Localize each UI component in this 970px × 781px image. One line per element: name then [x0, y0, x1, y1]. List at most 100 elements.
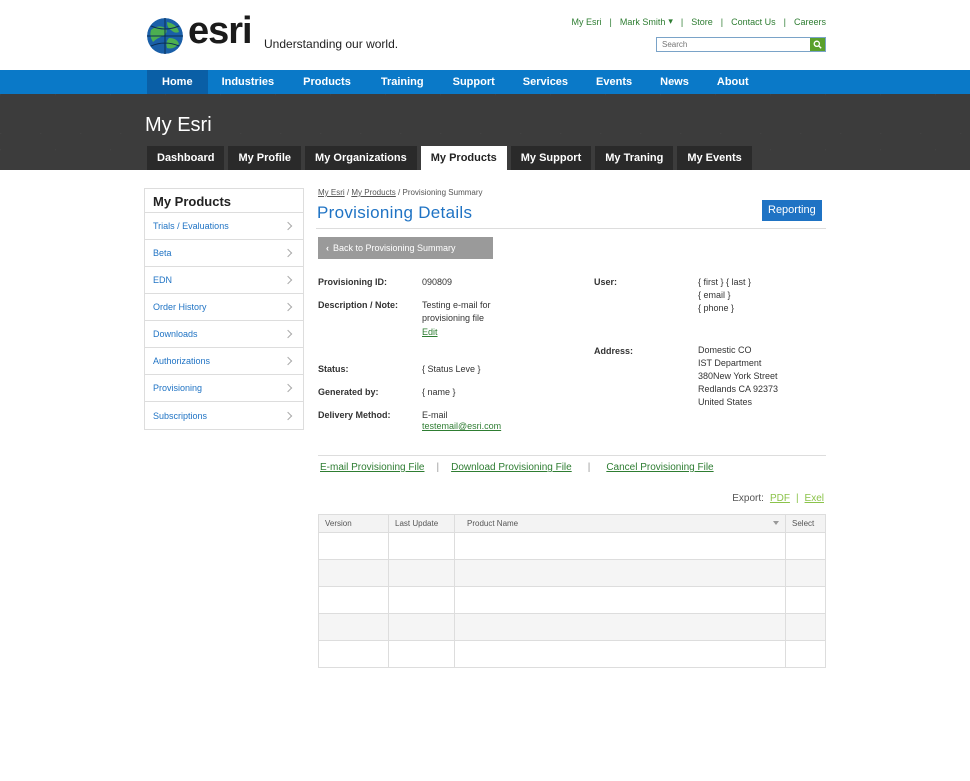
cancel-provisioning-file-link[interactable]: Cancel Provisioning File: [606, 462, 713, 473]
export-options: Export: PDF | Exel: [732, 493, 824, 504]
breadcrumb-my-esri[interactable]: My Esri: [318, 188, 345, 197]
user-name: { first } { last }: [698, 277, 752, 287]
description-line-2: provisioning file: [422, 313, 485, 323]
tab-my-organizations[interactable]: My Organizations: [305, 146, 417, 170]
divider: [316, 228, 826, 229]
nav-support[interactable]: Support: [439, 70, 509, 94]
chevron-right-icon: [283, 329, 293, 339]
sidebar-item-label: EDN: [153, 275, 173, 285]
nav-industries[interactable]: Industries: [208, 70, 289, 94]
chevron-right-icon: [283, 221, 293, 231]
breadcrumb: My Esri / My Products / Provisioning Sum…: [318, 188, 483, 197]
table-row[interactable]: [318, 559, 826, 587]
column-header-version[interactable]: Version: [318, 514, 389, 533]
nav-about[interactable]: About: [703, 70, 763, 94]
sidebar-item-subscriptions[interactable]: Subscriptions: [145, 402, 303, 429]
address-line-2: IST Department: [698, 358, 762, 368]
user-phone: { phone }: [698, 303, 735, 313]
separator: |: [720, 16, 724, 27]
user-email: { email }: [698, 290, 731, 300]
export-excel-link[interactable]: Exel: [805, 493, 824, 504]
nav-services[interactable]: Services: [509, 70, 582, 94]
tab-dashboard[interactable]: Dashboard: [147, 146, 225, 170]
column-header-product-name[interactable]: Product Name: [454, 514, 786, 533]
nav-training[interactable]: Training: [366, 70, 439, 94]
search-box: [656, 37, 826, 52]
chevron-right-icon: [283, 383, 293, 393]
table-row[interactable]: [318, 613, 826, 641]
banner-title: My Esri: [145, 114, 212, 136]
top-link-user[interactable]: Mark Smith: [620, 17, 666, 27]
tab-my-products[interactable]: My Products: [420, 146, 507, 170]
address-line-5: United States: [698, 397, 753, 407]
back-to-summary-button[interactable]: ‹ Back to Provisioning Summary: [318, 237, 493, 259]
tab-my-training[interactable]: My Traning: [595, 146, 674, 170]
delivery-email-link[interactable]: testemail@esri.com: [422, 420, 501, 433]
top-link-contact[interactable]: Contact Us: [731, 17, 776, 27]
search-input[interactable]: [657, 38, 810, 51]
sidebar-item-authorizations[interactable]: Authorizations: [145, 348, 303, 375]
sidebar-item-trials[interactable]: Trials / Evaluations: [145, 213, 303, 240]
sidebar: My Products Trials / Evaluations Beta ED…: [144, 188, 304, 430]
edit-link[interactable]: Edit: [422, 326, 438, 339]
email-provisioning-file-link[interactable]: E-mail Provisioning File: [320, 462, 424, 473]
sidebar-title: My Products: [145, 189, 303, 213]
nav-home[interactable]: Home: [147, 70, 208, 94]
sidebar-item-label: Provisioning: [153, 383, 203, 393]
search-button[interactable]: [810, 38, 825, 51]
nav-news[interactable]: News: [646, 70, 703, 94]
table-header-row: Version Last Update Product Name Select: [318, 514, 826, 533]
reporting-button[interactable]: Reporting: [762, 200, 822, 221]
top-link-my-esri[interactable]: My Esri: [572, 17, 602, 27]
divider: [318, 455, 826, 456]
esri-globe-logo-icon[interactable]: [147, 18, 183, 54]
nav-products[interactable]: Products: [288, 70, 366, 94]
sidebar-item-label: Authorizations: [153, 356, 211, 366]
generated-by-label: Generated by:: [318, 387, 379, 397]
separator: |: [783, 16, 786, 27]
chevron-down-icon[interactable]: ▾: [668, 16, 673, 27]
sidebar-item-downloads[interactable]: Downloads: [145, 321, 303, 348]
sort-down-icon[interactable]: [773, 521, 779, 525]
separator: |: [587, 462, 591, 473]
column-header-label: Product Name: [467, 519, 519, 528]
user-label: User:: [594, 277, 618, 287]
status-label: Status:: [318, 364, 349, 374]
tab-my-profile[interactable]: My Profile: [228, 146, 302, 170]
address-label: Address:: [594, 346, 634, 356]
chevron-right-icon: [283, 275, 293, 285]
generated-by-value: { name }: [422, 387, 456, 397]
chevron-right-icon: [283, 248, 293, 258]
delivery-method-label: Delivery Method:: [318, 410, 391, 420]
sub-tabs: Dashboard My Profile My Organizations My…: [147, 146, 752, 170]
top-link-store[interactable]: Store: [691, 17, 713, 27]
tab-my-support[interactable]: My Support: [510, 146, 592, 170]
status-value: { Status Leve }: [422, 364, 481, 374]
address-line-1: Domestic CO: [698, 345, 752, 355]
sidebar-item-order-history[interactable]: Order History: [145, 294, 303, 321]
tagline: Understanding our world.: [264, 37, 399, 51]
sidebar-item-edn[interactable]: EDN: [145, 267, 303, 294]
address-line-3: 380New York Street: [698, 371, 778, 381]
table-row[interactable]: [318, 640, 826, 668]
sidebar-item-beta[interactable]: Beta: [145, 240, 303, 267]
sidebar-item-label: Subscriptions: [153, 410, 208, 421]
breadcrumb-my-products[interactable]: My Products: [351, 188, 395, 197]
export-pdf-link[interactable]: PDF: [770, 493, 790, 504]
sidebar-item-provisioning[interactable]: Provisioning: [145, 375, 303, 402]
top-link-careers[interactable]: Careers: [794, 17, 826, 27]
column-header-last-update[interactable]: Last Update: [388, 514, 455, 533]
sidebar-item-label: Order History: [153, 302, 207, 312]
download-provisioning-file-link[interactable]: Download Provisioning File: [451, 462, 572, 473]
chevron-left-icon: ‹: [326, 243, 329, 253]
table-row[interactable]: [318, 586, 826, 614]
table-row[interactable]: [318, 532, 826, 560]
esri-wordmark[interactable]: esri: [188, 10, 253, 53]
products-table: Version Last Update Product Name Select: [318, 514, 826, 668]
column-header-select[interactable]: Select: [785, 514, 826, 533]
page-title: Provisioning Details: [317, 203, 473, 222]
address-line-4: Redlands CA 92373: [698, 384, 779, 394]
back-button-label: Back to Provisioning Summary: [333, 243, 456, 253]
tab-my-events[interactable]: My Events: [677, 146, 752, 170]
nav-events[interactable]: Events: [582, 70, 646, 94]
